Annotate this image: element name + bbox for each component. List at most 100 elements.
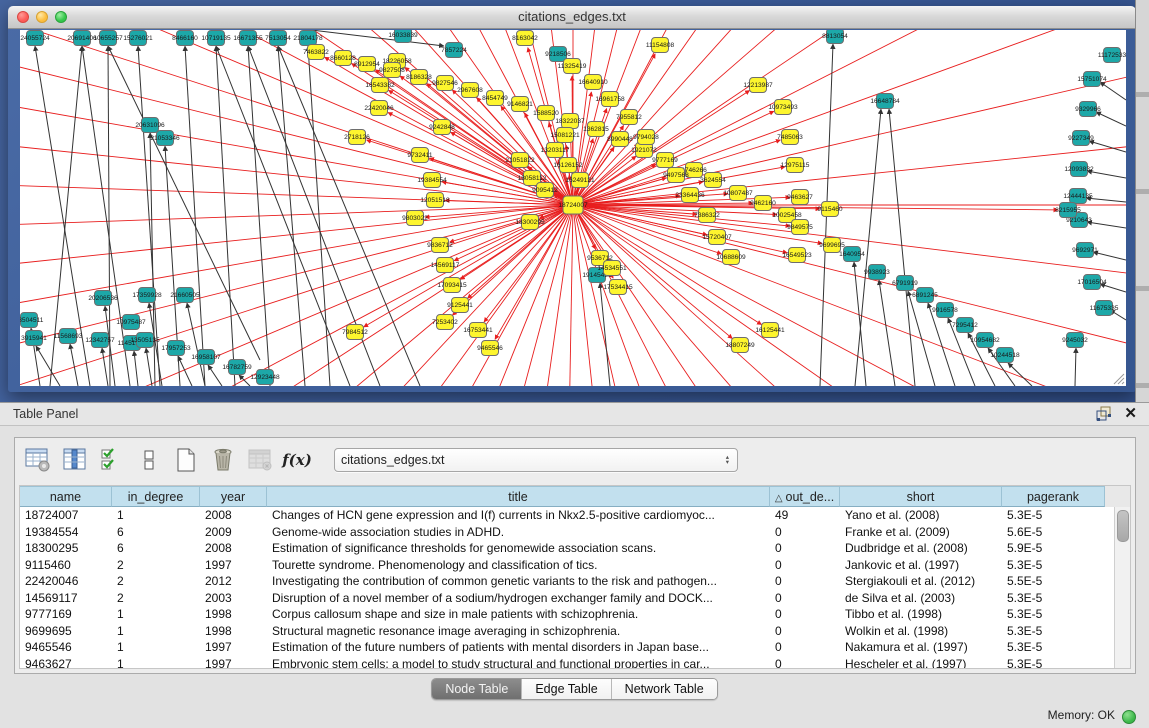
tab-edge-table[interactable]: Edge Table <box>522 679 611 699</box>
table-cell[interactable]: de Silva et al. (2003) <box>840 590 1002 607</box>
table-cell[interactable]: 5.3E-5 <box>1002 656 1105 670</box>
table-cell[interactable]: Estimation of significance thresholds fo… <box>267 540 770 557</box>
table-cell[interactable]: Stergiakouli et al. (2012) <box>840 573 1002 590</box>
table-cell[interactable]: 6 <box>112 540 200 557</box>
table-row[interactable]: 969969511998Structural magnetic resonanc… <box>20 623 1115 640</box>
delete-column-button[interactable] <box>209 446 237 474</box>
table-cell[interactable]: Changes of HCN gene expression and I(f) … <box>267 507 770 524</box>
table-cell[interactable]: Embryonic stem cells: a model to study s… <box>267 656 770 670</box>
table-cell[interactable]: Investigating the contribution of common… <box>267 573 770 590</box>
table-cell[interactable]: 1 <box>112 656 200 670</box>
table-cell[interactable]: 2003 <box>200 590 267 607</box>
table-cell[interactable]: Corpus callosum shape and size in male p… <box>267 606 770 623</box>
resize-grip[interactable] <box>1112 372 1125 385</box>
table-cell[interactable]: Tourette syndrome. Phenomenology and cla… <box>267 557 770 574</box>
table-cell[interactable]: 18300295 <box>20 540 112 557</box>
table-cell[interactable]: 5.3E-5 <box>1002 606 1105 623</box>
table-cell[interactable]: 0 <box>770 573 840 590</box>
scrollbar-thumb[interactable] <box>1117 510 1129 542</box>
table-row[interactable]: 2242004622012Investigating the contribut… <box>20 573 1115 590</box>
row-height-button[interactable] <box>135 446 163 474</box>
table-cell[interactable]: 49 <box>770 507 840 524</box>
table-cell[interactable]: 9115460 <box>20 557 112 574</box>
table-row[interactable]: 946554611997Estimation of the future num… <box>20 639 1115 656</box>
function-builder-button[interactable]: f(x) <box>283 446 311 474</box>
table-body[interactable]: 1872400712008Changes of HCN gene express… <box>20 507 1115 668</box>
table-cell[interactable]: Yano et al. (2008) <box>840 507 1002 524</box>
table-row[interactable]: 977716911998Corpus callosum shape and si… <box>20 606 1115 623</box>
table-cell[interactable]: 0 <box>770 590 840 607</box>
table-cell[interactable]: 6 <box>112 524 200 541</box>
table-cell[interactable]: 1997 <box>200 639 267 656</box>
table-cell[interactable]: 1 <box>112 507 200 524</box>
window-titlebar[interactable]: citations_edges.txt <box>8 6 1136 29</box>
table-cell[interactable]: Estimation of the future numbers of pati… <box>267 639 770 656</box>
table-cell[interactable]: Jankovic et al. (1997) <box>840 557 1002 574</box>
table-cell[interactable]: Genome-wide association studies in ADHD. <box>267 524 770 541</box>
table-cell[interactable]: 0 <box>770 524 840 541</box>
table-cell[interactable]: 5.3E-5 <box>1002 590 1105 607</box>
table-cell[interactable]: 2008 <box>200 540 267 557</box>
table-cell[interactable]: 0 <box>770 623 840 640</box>
table-cell[interactable]: 9699695 <box>20 623 112 640</box>
memory-status-indicator[interactable] <box>1122 710 1136 724</box>
table-cell[interactable]: 2008 <box>200 507 267 524</box>
table-cell[interactable]: 5.6E-5 <box>1002 524 1105 541</box>
select-columns-button[interactable] <box>98 446 126 474</box>
table-cell[interactable]: 22420046 <box>20 573 112 590</box>
table-cell[interactable]: Disruption of a novel member of a sodium… <box>267 590 770 607</box>
table-cell[interactable]: 1 <box>112 623 200 640</box>
table-row[interactable]: 1830029562008Estimation of significance … <box>20 540 1115 557</box>
table-cell[interactable]: Nakamura et al. (1997) <box>840 639 1002 656</box>
table-cell[interactable]: 0 <box>770 639 840 656</box>
citation-network-graph[interactable]: 2405572420691406106552571527602184661601… <box>20 30 1126 386</box>
table-header-row[interactable]: namein_degreeyeartitle△out_de...shortpag… <box>20 486 1130 507</box>
column-header-pagerank[interactable]: pagerank <box>1002 486 1105 507</box>
close-panel-icon[interactable]: ✕ <box>1124 406 1137 421</box>
node-table[interactable]: namein_degreeyeartitle△out_de...shortpag… <box>19 485 1131 669</box>
table-cell[interactable]: 1998 <box>200 623 267 640</box>
table-cell[interactable]: 14569117 <box>20 590 112 607</box>
table-row[interactable]: 1938455462009Genome-wide association stu… <box>20 524 1115 541</box>
table-cell[interactable]: 0 <box>770 606 840 623</box>
show-columns-button[interactable] <box>61 446 89 474</box>
table-cell[interactable]: Hescheler et al. (1997) <box>840 656 1002 670</box>
table-cell[interactable]: 1 <box>112 639 200 656</box>
vertical-scrollbar[interactable] <box>1114 507 1130 668</box>
table-row[interactable]: 1456911722003Disruption of a novel membe… <box>20 590 1115 607</box>
column-header-name[interactable]: name <box>20 486 112 507</box>
column-header-title[interactable]: title <box>267 486 770 507</box>
table-cell[interactable]: Wolkin et al. (1998) <box>840 623 1002 640</box>
table-cell[interactable]: 9777169 <box>20 606 112 623</box>
table-cell[interactable]: Dudbridge et al. (2008) <box>840 540 1002 557</box>
table-cell[interactable]: 0 <box>770 557 840 574</box>
float-panel-icon[interactable] <box>1096 406 1112 421</box>
table-cell[interactable]: 0 <box>770 656 840 670</box>
column-header-year[interactable]: year <box>200 486 267 507</box>
table-cell[interactable]: 5.5E-5 <box>1002 573 1105 590</box>
network-table-select[interactable]: citations_edges.txt ▴▾ <box>334 448 738 472</box>
table-cell[interactable]: 0 <box>770 540 840 557</box>
table-cell[interactable]: Tibbo et al. (1998) <box>840 606 1002 623</box>
tab-node-table[interactable]: Node Table <box>432 679 522 699</box>
column-header-short[interactable]: short <box>840 486 1002 507</box>
table-cell[interactable]: 5.3E-5 <box>1002 557 1105 574</box>
table-cell[interactable]: 2012 <box>200 573 267 590</box>
table-cell[interactable]: 1997 <box>200 557 267 574</box>
table-cell[interactable]: 2 <box>112 573 200 590</box>
table-cell[interactable]: 2009 <box>200 524 267 541</box>
table-cell[interactable]: Franke et al. (2009) <box>840 524 1002 541</box>
new-column-button[interactable] <box>172 446 200 474</box>
table-row[interactable]: 946362711997Embryonic stem cells: a mode… <box>20 656 1115 670</box>
table-cell[interactable]: 5.9E-5 <box>1002 540 1105 557</box>
tab-network-table[interactable]: Network Table <box>612 679 717 699</box>
network-canvas[interactable]: 2405572420691406106552571527602184661601… <box>20 30 1126 386</box>
table-cell[interactable]: 9463627 <box>20 656 112 670</box>
table-row[interactable]: 911546021997Tourette syndrome. Phenomeno… <box>20 557 1115 574</box>
table-row[interactable]: 1872400712008Changes of HCN gene express… <box>20 507 1115 524</box>
table-cell[interactable]: 18724007 <box>20 507 112 524</box>
table-cell[interactable]: 19384554 <box>20 524 112 541</box>
table-cell[interactable]: Structural magnetic resonance image aver… <box>267 623 770 640</box>
table-cell[interactable]: 1997 <box>200 656 267 670</box>
table-cell[interactable]: 5.3E-5 <box>1002 639 1105 656</box>
